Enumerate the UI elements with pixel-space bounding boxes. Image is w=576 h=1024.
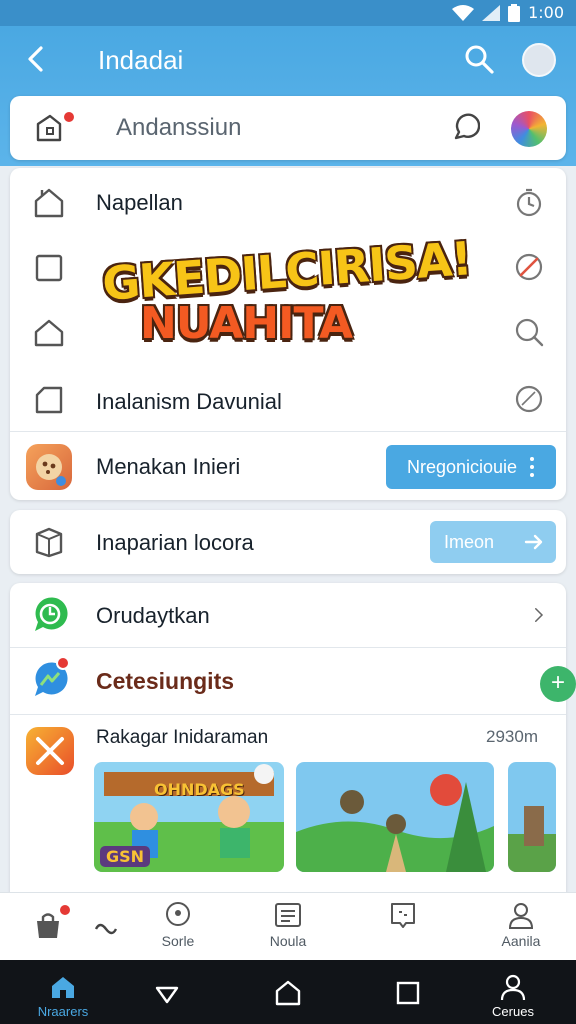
person-icon — [508, 903, 534, 929]
feed-title: Rakagar Inidaraman — [96, 727, 269, 748]
wifi-icon — [452, 4, 475, 21]
bottom-tab-bar: Sorle Noula Aanila — [0, 892, 576, 960]
messages-row-label: Orudaytkan — [96, 603, 210, 628]
section-badge — [56, 656, 70, 670]
bag-icon — [37, 913, 59, 938]
game-ball-icon[interactable] — [511, 111, 547, 147]
menu-item-label: Inalanism Davunial — [96, 389, 282, 414]
app-icon — [26, 444, 72, 490]
thumbnail-tag: GSN — [100, 846, 151, 867]
nav-recent[interactable] — [373, 968, 443, 1018]
infinity-icon — [94, 923, 118, 935]
messages-row[interactable]: Orudaytkan — [10, 583, 566, 647]
more-vert-icon — [530, 457, 535, 477]
search-icon[interactable] — [464, 44, 494, 74]
status-icons: 1:00 — [452, 3, 564, 22]
thumbnail-1[interactable]: OHNDAGS GSN — [94, 762, 284, 872]
chat-bubble-icon[interactable] — [450, 112, 480, 142]
search-input[interactable]: Andanssiun — [116, 114, 241, 142]
promo-banner[interactable]: GKEDILCIRISA! NUAHITA — [101, 231, 492, 364]
tab-noula[interactable]: Noula — [248, 901, 328, 957]
tab-infinity[interactable] — [68, 901, 148, 957]
nav-back[interactable] — [132, 968, 202, 1018]
profile-nav-icon — [500, 974, 526, 1000]
section-title: Cetesiungits — [96, 668, 235, 694]
list-icon — [275, 903, 301, 927]
feed-time: 2930m — [486, 727, 538, 746]
app-row-button-label: Nregoniciouie — [406, 456, 518, 477]
app-row-label: Menakan Inieri — [96, 454, 241, 479]
back-arrow-icon[interactable] — [22, 44, 52, 74]
install-button[interactable]: Imeon — [430, 521, 556, 563]
location-icon — [166, 902, 190, 926]
chevron-right-icon[interactable] — [532, 599, 552, 631]
install-label: Inaparian locora — [96, 530, 254, 555]
nav-home-outline[interactable] — [253, 968, 323, 1018]
menu-item-label: Napellan — [96, 190, 183, 215]
search-bar[interactable]: Andanssiun — [10, 96, 566, 160]
menu-card: Napellan GKEDILCIRISA! NUAHITA Inalanism… — [10, 168, 566, 500]
avatar[interactable] — [522, 43, 556, 77]
thumbnail-3[interactable] — [508, 762, 556, 872]
nav-profile[interactable]: Cerues — [478, 968, 548, 1019]
divider — [10, 714, 566, 715]
tab-label: Noula — [269, 933, 307, 949]
folder-icon — [35, 386, 63, 414]
battery-icon — [508, 3, 521, 22]
app-row-button[interactable]: Nregoniciouie — [386, 445, 556, 489]
box-icon — [35, 527, 63, 558]
menu-item-napellan[interactable]: Napellan — [10, 168, 566, 236]
tab-aanila[interactable]: Aanila — [481, 901, 561, 957]
circle-icon[interactable] — [513, 383, 545, 415]
house-icon — [34, 319, 64, 347]
arrow-right-icon — [524, 534, 543, 550]
home-nav-icon — [52, 977, 74, 998]
landscape-image — [296, 762, 494, 872]
tab-label: Aanila — [501, 933, 541, 949]
back-nav-icon — [155, 986, 179, 1004]
thumbnail-sign-text: OHNDAGS — [154, 780, 245, 799]
whatsapp-icon — [35, 597, 68, 631]
cross-swords-icon — [36, 737, 64, 765]
nav-label: Cerues — [492, 1004, 534, 1019]
cookie-icon — [36, 454, 66, 486]
menu-item-davunial[interactable]: Inalanism Davunial — [10, 368, 566, 432]
recent-icon — [396, 981, 420, 1005]
notification-badge — [62, 110, 76, 124]
zoom-icon[interactable] — [513, 316, 545, 348]
home-outline-icon — [275, 980, 301, 1006]
nav-label: Nraarers — [37, 1004, 89, 1019]
tab-sorle[interactable]: Sorle — [138, 901, 218, 957]
install-button-label: Imeon — [444, 531, 495, 552]
castle-image — [508, 762, 556, 872]
add-fab-button[interactable]: + — [540, 666, 576, 702]
slash-circle-icon[interactable] — [513, 251, 545, 283]
tab-card[interactable] — [363, 901, 443, 957]
banner-title-line2: NUAHITA — [140, 298, 353, 349]
tab-label: Sorle — [161, 933, 195, 949]
thumbnail-2[interactable] — [296, 762, 494, 872]
signal-icon — [482, 4, 501, 21]
card-icon — [391, 903, 415, 928]
checkbox-icon — [35, 254, 63, 282]
timer-icon[interactable] — [513, 186, 545, 218]
page-title: Indadai — [98, 45, 184, 75]
status-time: 1:00 — [528, 3, 564, 22]
app-row[interactable]: Menakan Inieri Nregoniciouie — [10, 432, 566, 500]
system-nav-bar: Nraarers Cerues — [0, 960, 576, 1024]
status-bar: 1:00 — [0, 0, 576, 26]
install-card: Inaparian locora Imeon — [10, 510, 566, 574]
nav-home[interactable]: Nraarers — [28, 968, 98, 1019]
home-icon — [34, 188, 64, 218]
feed-app-icon — [26, 727, 74, 775]
section-header[interactable]: Cetesiungits — [10, 648, 566, 714]
